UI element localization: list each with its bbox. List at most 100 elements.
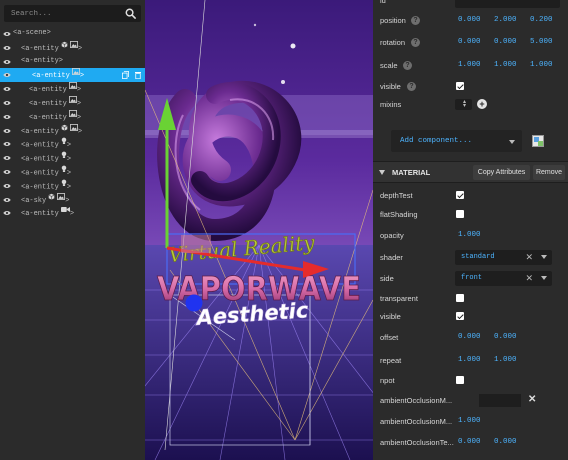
eye-icon[interactable] — [3, 210, 11, 216]
position-z-field[interactable]: 0.200 — [530, 16, 553, 24]
help-icon[interactable]: ? — [411, 38, 420, 47]
offset-field[interactable]: 0.000 — [494, 333, 517, 341]
shader-select[interactable]: standard ✕ — [455, 250, 552, 265]
eye-icon[interactable] — [3, 155, 11, 161]
tree-row[interactable]: <a-entity> — [0, 68, 145, 83]
inspector-panel: id position ? 0.000 2.000 0.200 rotation… — [373, 0, 568, 460]
side-select[interactable]: front ✕ — [455, 271, 552, 286]
cube-icon — [61, 124, 68, 138]
tree-row[interactable]: <a-entity> — [0, 179, 145, 193]
viewport-canvas[interactable]: Virtual Reality VAPORWAVE Aesthetic — [145, 0, 373, 460]
entity-tag: <a-entity — [21, 127, 59, 136]
eye-icon[interactable] — [3, 45, 11, 51]
tree-row[interactable]: <a-entity> — [0, 165, 145, 179]
clear-icon[interactable]: ✕ — [525, 252, 533, 263]
entity-tag-close: > — [76, 99, 82, 108]
scene-viewport[interactable]: Virtual Reality VAPORWAVE Aesthetic — [145, 0, 373, 460]
depthTest-label: depthTest — [380, 191, 413, 200]
clear-icon[interactable]: ✕ — [525, 273, 533, 284]
id-input[interactable] — [455, 0, 560, 8]
offset-field[interactable]: 0.000 — [458, 333, 481, 341]
tree-row[interactable]: <a-entity> — [0, 40, 145, 55]
add-component-select[interactable]: Add component... — [391, 130, 522, 152]
ambientOcclusionMapIntensity-field[interactable]: 1.000 — [458, 417, 481, 425]
entity-tag: <a-entity — [21, 210, 59, 219]
copy-attributes-button[interactable]: Copy Attributes — [473, 165, 530, 180]
rotation-y-field[interactable]: 0.000 — [494, 38, 517, 46]
clone-icon[interactable] — [122, 71, 129, 80]
eye-icon[interactable] — [3, 183, 11, 189]
help-icon[interactable]: ? — [407, 82, 416, 91]
position-x-field[interactable]: 0.000 — [458, 16, 481, 24]
search-icon[interactable] — [125, 8, 136, 19]
eye-icon[interactable] — [3, 31, 11, 37]
eye-icon[interactable] — [3, 86, 11, 92]
material-repeat-row: repeat 1.000 1.000 — [373, 351, 568, 371]
entity-tag-close: > — [66, 141, 72, 150]
rotation-x-field[interactable]: 0.000 — [458, 38, 481, 46]
depthTest-checkbox[interactable] — [456, 191, 464, 199]
tree-row[interactable]: <a-entity> — [0, 123, 145, 138]
material-shader-row: shader standard ✕ — [373, 248, 568, 268]
chevron-down-icon — [509, 140, 515, 144]
opacity-field[interactable]: 1.000 — [458, 231, 481, 239]
add-mixin-icon[interactable]: + — [477, 99, 487, 109]
collapse-caret-icon[interactable] — [379, 170, 385, 175]
position-label: position — [380, 16, 406, 25]
image-icon — [69, 40, 78, 55]
cube-icon — [61, 41, 68, 55]
search-input[interactable] — [4, 5, 122, 22]
tree-row[interactable]: <a-entity> — [0, 95, 145, 110]
scale-x-field[interactable]: 1.000 — [458, 61, 481, 69]
eye-icon[interactable] — [3, 169, 11, 175]
tree-row[interactable]: <a-entity> — [0, 206, 145, 220]
eye-icon[interactable] — [3, 141, 11, 147]
eye-icon[interactable] — [3, 128, 11, 134]
entity-tag: <a-entity — [29, 113, 67, 122]
help-icon[interactable]: ? — [403, 61, 412, 70]
flatShading-checkbox[interactable] — [456, 210, 464, 218]
visible-checkbox[interactable] — [456, 82, 464, 90]
ambientOcclusionTextureOffset-field[interactable]: 0.000 — [458, 438, 481, 446]
eye-icon[interactable] — [3, 197, 11, 203]
eye-icon[interactable] — [3, 100, 11, 106]
repeat-field[interactable]: 1.000 — [494, 356, 517, 364]
shader-value: standard — [461, 253, 495, 261]
remove-button[interactable]: Remove — [533, 165, 565, 180]
eye-icon[interactable] — [3, 72, 11, 78]
npot-checkbox[interactable] — [456, 376, 464, 384]
tree-row[interactable]: <a-entity> — [0, 82, 145, 96]
tree-row[interactable]: <a-entity> — [0, 151, 145, 165]
position-y-field[interactable]: 2.000 — [494, 16, 517, 24]
clear-icon[interactable]: ✕ — [528, 394, 536, 405]
entity-tag: <a-entity — [29, 85, 67, 94]
repeat-field[interactable]: 1.000 — [458, 356, 481, 364]
rotation-label: rotation — [380, 38, 406, 47]
material-header[interactable]: MATERIAL Copy Attributes Remove — [373, 161, 568, 183]
rotation-z-field[interactable]: 5.000 — [530, 38, 553, 46]
camera-icon — [60, 206, 70, 220]
entity-tag-close: > — [66, 183, 72, 192]
entity-tree: <a-scene> <a-entity > <a-entity> <a-entity > <… — [0, 27, 145, 220]
tree-row[interactable]: <a-entity> — [0, 109, 145, 124]
z-axis-gizmo-handle[interactable] — [185, 294, 203, 312]
ambientOcclusionTextureOffset-field[interactable]: 0.000 — [494, 438, 517, 446]
mixins-select[interactable]: ▴ ▾ — [455, 99, 472, 110]
mixins-label: mixins — [380, 100, 402, 109]
tree-row[interactable]: <a-entity> — [0, 55, 145, 69]
help-icon[interactable]: ? — [411, 16, 420, 25]
tree-row[interactable]: <a-sky > — [0, 192, 145, 207]
image-icon[interactable] — [532, 135, 544, 147]
scale-y-field[interactable]: 1.000 — [494, 61, 517, 69]
tree-row[interactable]: <a-scene> — [0, 27, 145, 41]
image-icon — [68, 82, 77, 96]
trash-icon[interactable] — [135, 71, 141, 80]
transparent-checkbox[interactable] — [456, 294, 464, 302]
ambientOcclusionMap-input[interactable] — [479, 394, 521, 407]
eye-icon[interactable] — [3, 59, 11, 65]
tree-row[interactable]: <a-entity> — [0, 137, 145, 151]
eye-icon[interactable] — [3, 114, 11, 120]
add-component-label: Add component... — [400, 137, 473, 145]
scale-z-field[interactable]: 1.000 — [530, 61, 553, 69]
visible-checkbox[interactable] — [456, 312, 464, 320]
